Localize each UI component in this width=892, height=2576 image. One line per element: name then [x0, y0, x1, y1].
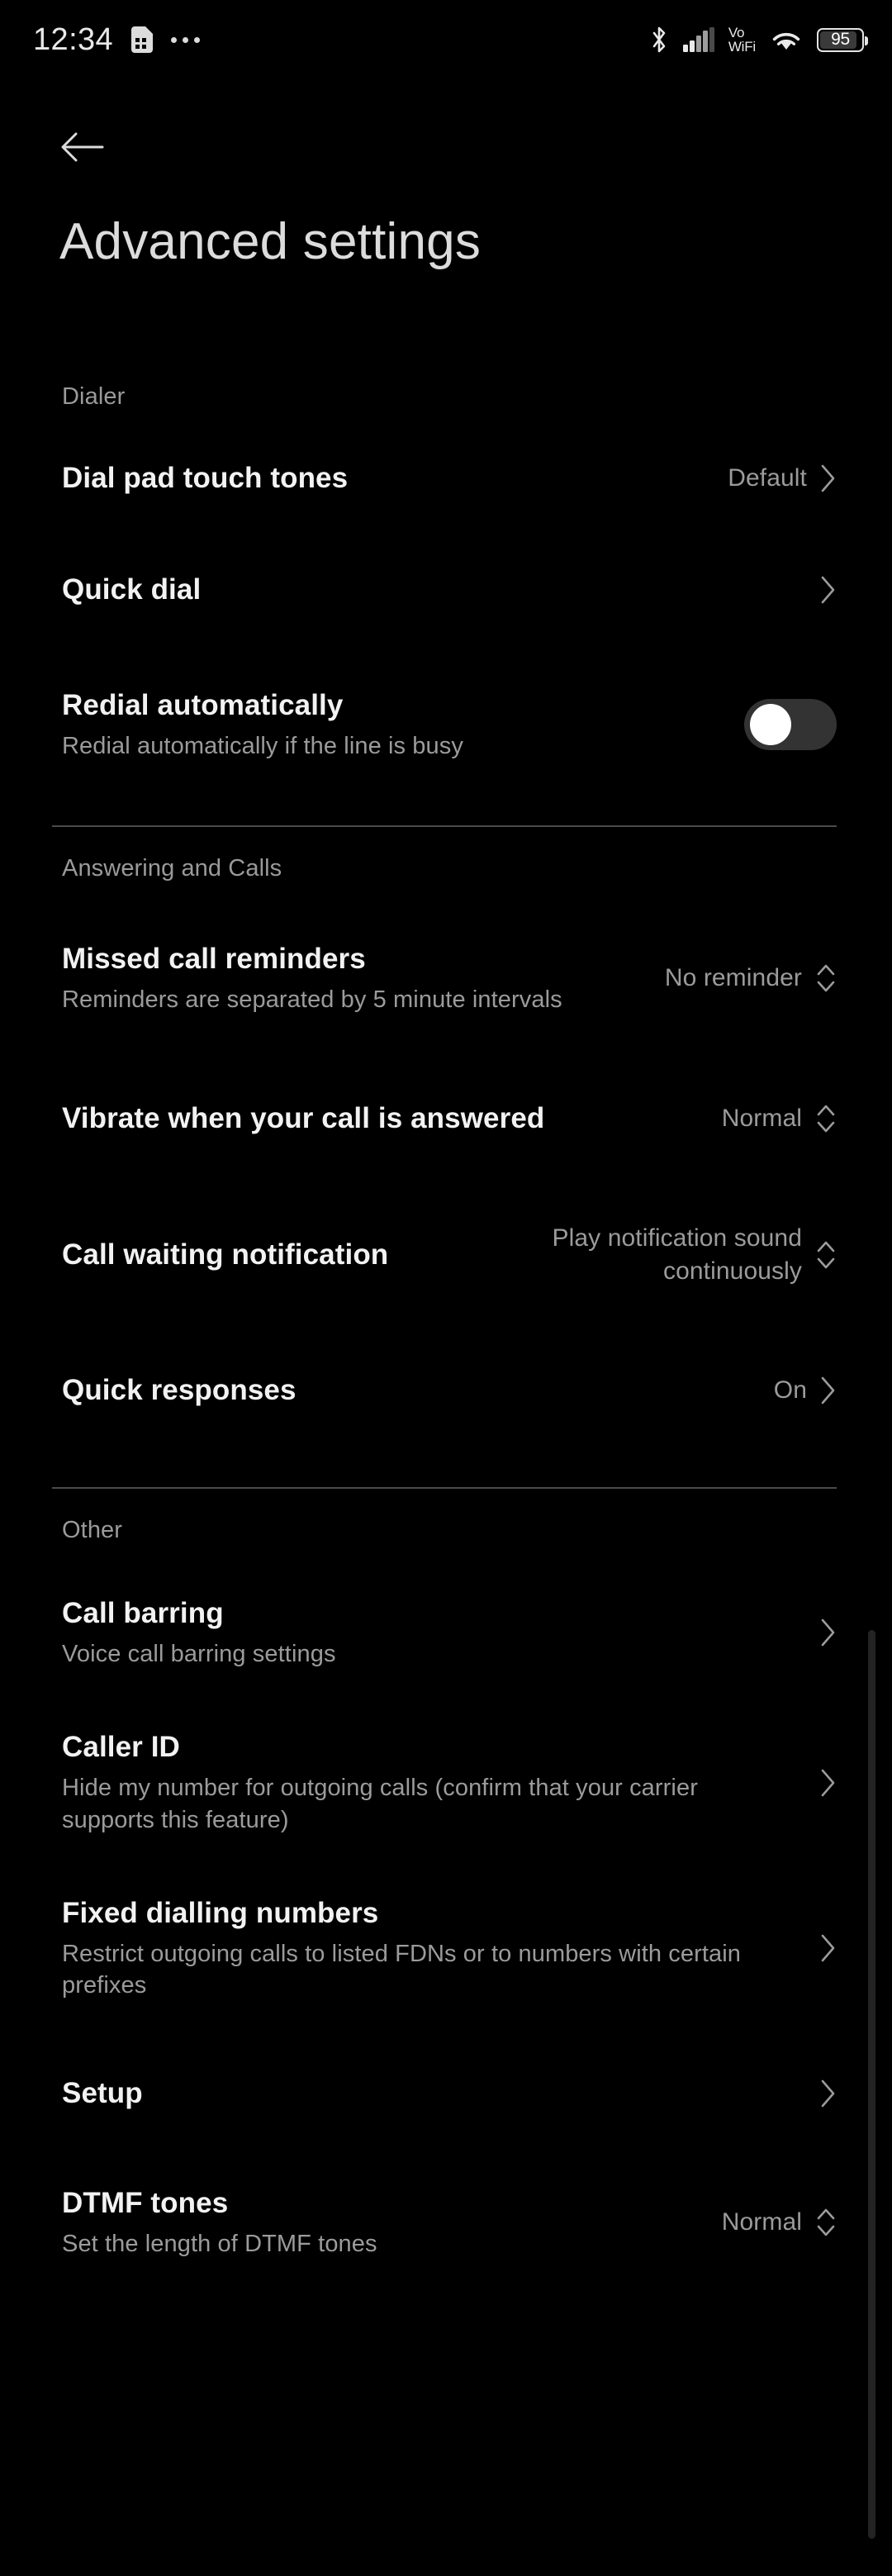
- row-title: Call waiting notification: [62, 1238, 389, 1271]
- row-title: Setup: [62, 2076, 143, 2109]
- row-right: [820, 1933, 837, 1963]
- setting-row-dial-pad-touch-tones[interactable]: Dial pad touch tones Default: [0, 432, 892, 525]
- sim-card-icon: [131, 26, 154, 53]
- redial-automatically-toggle[interactable]: [744, 699, 837, 750]
- row-title: Redial automatically: [62, 688, 344, 721]
- row-text: Quick dial: [62, 563, 804, 616]
- row-subtitle: Set the length of DTMF tones: [62, 2230, 377, 2257]
- vowifi-line1: Vo: [728, 25, 745, 40]
- status-bar-left: 12:34: [33, 21, 201, 58]
- row-value: No reminder: [664, 964, 802, 992]
- setting-row-call-waiting-notification[interactable]: Call waiting notification Play notificat…: [0, 1185, 892, 1325]
- row-title: Fixed dialling numbers: [62, 1896, 379, 1929]
- chevron-right-icon[interactable]: [820, 2079, 837, 2108]
- setting-row-dtmf-tones[interactable]: DTMF tones Set the length of DTMF tones …: [0, 2155, 892, 2289]
- row-right: Default: [728, 462, 837, 495]
- back-arrow-icon: [61, 131, 104, 168]
- row-subtitle: Reminders are separated by 5 minute inte…: [62, 986, 562, 1013]
- row-title: Missed call reminders: [62, 942, 366, 975]
- status-clock: 12:34: [33, 21, 114, 57]
- row-right: [820, 2079, 837, 2108]
- row-text: DTMF tones Set the length of DTMF tones: [62, 2177, 705, 2268]
- chevron-right-icon[interactable]: [820, 463, 837, 493]
- wifi-icon: [770, 27, 803, 52]
- row-text: Dial pad touch tones: [62, 452, 711, 505]
- row-value: On: [773, 1376, 807, 1404]
- row-text: Call barring Voice call barring settings: [62, 1587, 804, 1678]
- row-text: Redial automatically Redial automaticall…: [62, 679, 728, 770]
- back-button[interactable]: [51, 117, 114, 180]
- chevron-right-icon[interactable]: [820, 575, 837, 605]
- row-subtitle: Restrict outgoing calls to listed FDNs o…: [62, 1941, 742, 1999]
- row-title: Vibrate when your call is answered: [62, 1101, 545, 1134]
- row-right: [820, 1618, 837, 1647]
- chevron-right-icon[interactable]: [820, 1933, 837, 1963]
- vowifi-label: Vo WiFi: [728, 26, 756, 54]
- row-value: Default: [728, 464, 807, 492]
- row-value: Normal: [721, 2208, 802, 2236]
- setting-row-quick-responses[interactable]: Quick responses On: [0, 1325, 892, 1456]
- row-title: Quick dial: [62, 573, 202, 606]
- row-value: Play notification sound continuously: [552, 1224, 802, 1285]
- status-bar: 12:34 Vo WiFi 95: [0, 0, 892, 79]
- section-label-answering-and-calls: Answering and Calls: [62, 855, 282, 882]
- row-right: On: [774, 1374, 837, 1407]
- chevron-right-icon[interactable]: [820, 1618, 837, 1647]
- setting-row-redial-automatically[interactable]: Redial automatically Redial automaticall…: [0, 655, 892, 794]
- vowifi-line2: WiFi: [728, 39, 756, 55]
- setting-row-caller-id[interactable]: Caller ID Hide my number for outgoing ca…: [0, 1699, 892, 1865]
- row-title: Dial pad touch tones: [62, 461, 349, 494]
- row-text: Caller ID Hide my number for outgoing ca…: [62, 1721, 804, 1844]
- vertical-scrollbar[interactable]: [868, 1630, 875, 2539]
- stepper-updown-icon[interactable]: [815, 958, 837, 998]
- row-right: Play notification sound continuously: [546, 1222, 837, 1287]
- row-text: Quick responses: [62, 1364, 757, 1417]
- stepper-updown-icon[interactable]: [815, 2203, 837, 2242]
- setting-row-vibrate-when-call-answered[interactable]: Vibrate when your call is answered Norma…: [0, 1053, 892, 1185]
- row-right: [820, 1768, 837, 1798]
- row-title: Call barring: [62, 1597, 224, 1629]
- setting-row-quick-dial[interactable]: Quick dial: [0, 525, 892, 655]
- row-right: [744, 699, 837, 750]
- settings-list: Dialer Dial pad touch tones Default Quic…: [0, 355, 892, 2289]
- row-text: Vibrate when your call is answered: [62, 1092, 705, 1145]
- battery-icon: 95: [817, 27, 868, 52]
- stepper-updown-icon[interactable]: [815, 1099, 837, 1138]
- page-title: Advanced settings: [59, 213, 482, 270]
- setting-row-call-barring[interactable]: Call barring Voice call barring settings: [0, 1566, 892, 1699]
- setting-row-setup[interactable]: Setup: [0, 2032, 892, 2155]
- row-right: Normal: [722, 1099, 837, 1138]
- more-notifications-icon: [171, 36, 201, 43]
- row-subtitle: Voice call barring settings: [62, 1641, 336, 1668]
- row-title: DTMF tones: [62, 2186, 229, 2219]
- row-right: No reminder: [665, 958, 837, 998]
- row-text: Missed call reminders Reminders are sepa…: [62, 933, 648, 1024]
- chevron-right-icon[interactable]: [820, 1768, 837, 1798]
- row-text: Fixed dialling numbers Restrict outgoing…: [62, 1887, 804, 2010]
- stepper-updown-icon[interactable]: [815, 1235, 837, 1275]
- row-value: Normal: [721, 1105, 802, 1133]
- cellular-signal-icon: [682, 27, 714, 52]
- row-subtitle: Redial automatically if the line is busy: [62, 732, 463, 759]
- bluetooth-icon: [649, 26, 669, 54]
- setting-row-fixed-dialling-numbers[interactable]: Fixed dialling numbers Restrict outgoing…: [0, 1865, 892, 2032]
- row-title: Caller ID: [62, 1731, 180, 1764]
- row-subtitle: Hide my number for outgoing calls (confi…: [62, 1775, 698, 1833]
- row-text: Setup: [62, 2067, 804, 2120]
- phone-screen: 12:34 Vo WiFi 95 Advanced settings Diale…: [0, 0, 892, 2576]
- row-right: [820, 575, 837, 605]
- row-right: Normal: [722, 2203, 837, 2242]
- chevron-right-icon[interactable]: [820, 1376, 837, 1405]
- toggle-knob: [750, 704, 791, 745]
- status-bar-right: Vo WiFi 95: [649, 26, 868, 54]
- row-title: Quick responses: [62, 1373, 297, 1406]
- battery-level: 95: [831, 30, 850, 49]
- setting-row-missed-call-reminders[interactable]: Missed call reminders Reminders are sepa…: [0, 904, 892, 1053]
- section-label-dialer: Dialer: [62, 383, 126, 410]
- row-text: Call waiting notification: [62, 1229, 529, 1281]
- section-label-other: Other: [62, 1517, 123, 1543]
